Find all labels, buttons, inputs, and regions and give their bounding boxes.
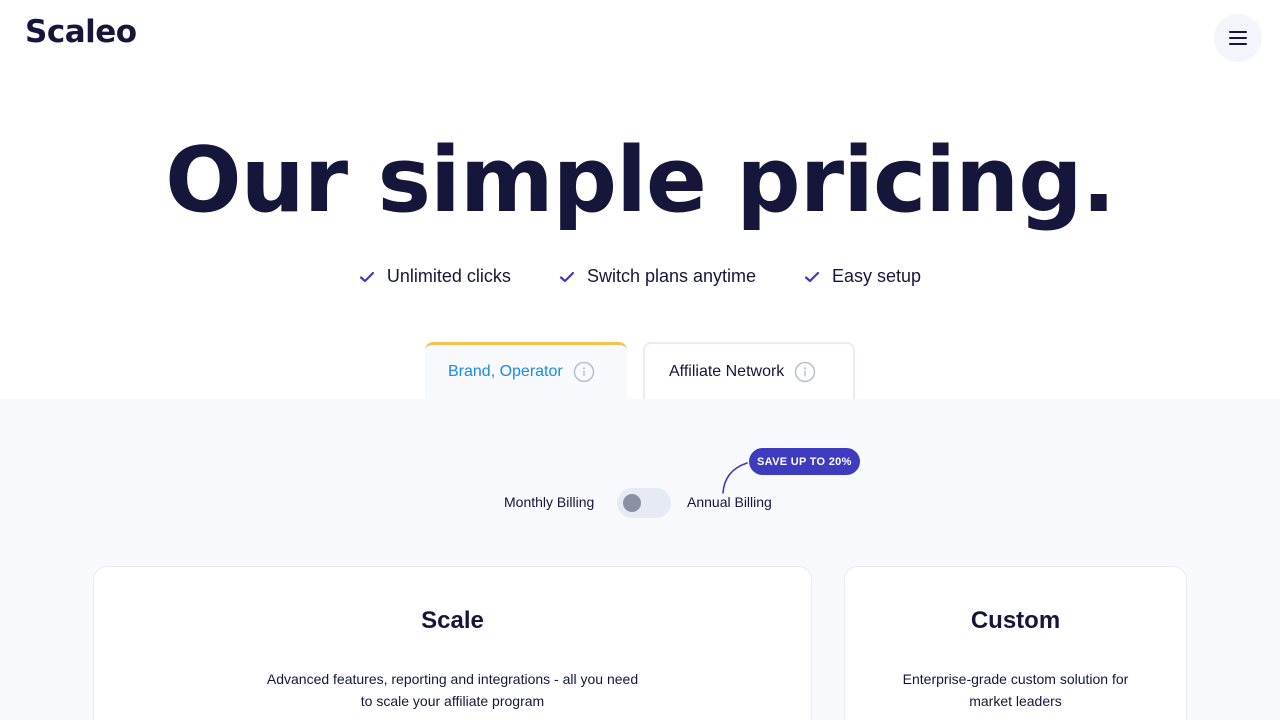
monthly-billing-label[interactable]: Monthly Billing [504, 494, 594, 510]
feature-list: Unlimited clicks Switch plans anytime Ea… [0, 266, 1280, 287]
feature-item: Unlimited clicks [359, 266, 511, 287]
annual-billing-label[interactable]: Annual Billing [687, 494, 772, 510]
feature-item: Switch plans anytime [559, 266, 756, 287]
menu-button[interactable] [1214, 14, 1262, 62]
site-header: Scaleo [0, 0, 1280, 76]
plan-title: Scale [421, 607, 484, 634]
feature-label: Unlimited clicks [386, 266, 511, 286]
info-icon[interactable] [794, 361, 816, 383]
scaleo-logo[interactable]: Scaleo [25, 14, 137, 50]
check-icon [359, 271, 375, 282]
info-icon[interactable] [573, 361, 595, 383]
billing-toggle[interactable] [617, 488, 671, 518]
feature-item: Easy setup [804, 266, 921, 287]
page-title: Our simple pricing. [165, 128, 1116, 233]
check-icon [559, 271, 575, 282]
feature-label: Switch plans anytime [586, 266, 757, 286]
tab-affiliate-network[interactable]: Affiliate Network [643, 342, 855, 399]
plan-card-scale: Scale Advanced features, reporting and i… [93, 566, 812, 720]
plan-description: Advanced features, reporting and integra… [266, 671, 639, 709]
plan-card-custom: Custom Enterprise-grade custom solution … [844, 566, 1187, 720]
audience-tabs: Brand, Operator Affiliate Network [0, 342, 1280, 399]
save-badge: SAVE UP TO 20% [749, 448, 860, 475]
plan-title: Custom [970, 607, 1061, 634]
hamburger-menu-icon [1229, 31, 1247, 45]
tab-label: Brand, Operator [448, 363, 563, 380]
billing-toggle-row: Monthly Billing Annual Billing [0, 486, 1280, 520]
plan-description: Enterprise-grade custom solution for mar… [902, 671, 1129, 709]
tab-label: Affiliate Network [669, 362, 785, 380]
tab-brand-operator[interactable]: Brand, Operator [425, 342, 627, 399]
check-icon [804, 271, 820, 282]
feature-label: Easy setup [832, 266, 922, 286]
toggle-knob [623, 494, 641, 512]
